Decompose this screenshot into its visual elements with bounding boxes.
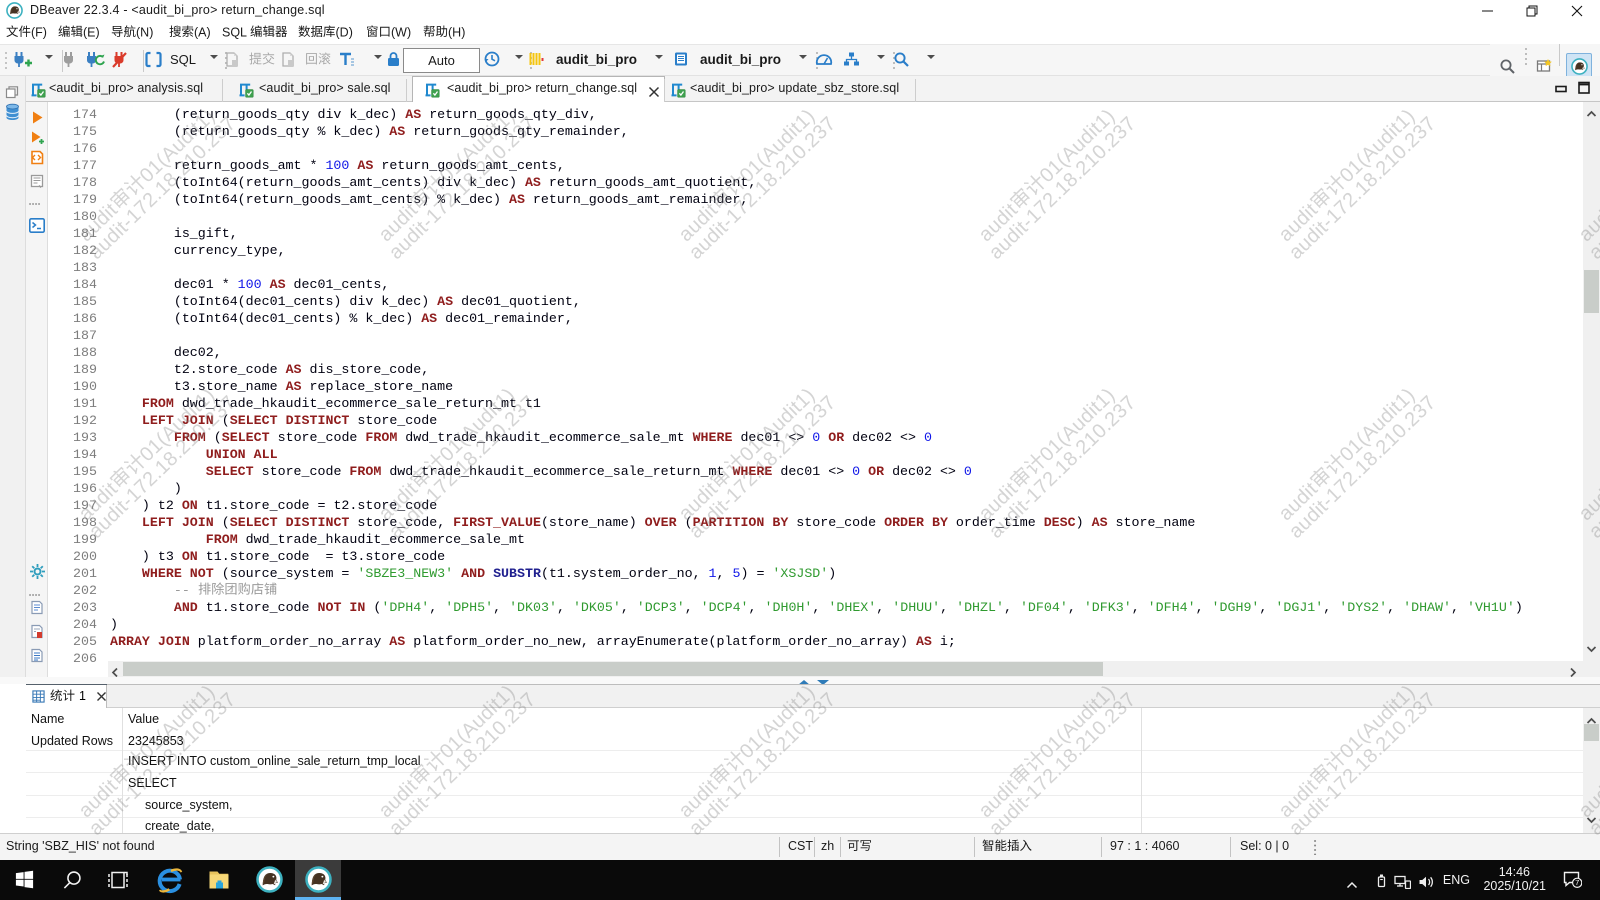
svg-text:7: 7 — [1575, 878, 1579, 887]
